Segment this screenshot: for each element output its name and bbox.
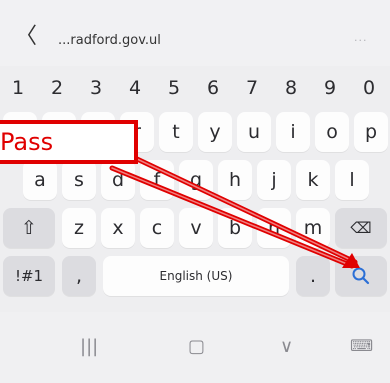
key-k[interactable]: k — [296, 160, 330, 200]
key-o[interactable]: o — [315, 112, 349, 152]
key-n[interactable]: n — [257, 208, 291, 248]
search-key[interactable] — [335, 256, 387, 296]
back-icon[interactable]: ∨ — [280, 336, 293, 357]
key-7[interactable]: 7 — [234, 68, 270, 108]
key-p[interactable]: p — [354, 112, 388, 152]
key-l[interactable]: l — [335, 160, 369, 200]
annotation-callout: Pass — [0, 120, 138, 164]
key-8[interactable]: 8 — [273, 68, 309, 108]
key-3[interactable]: 3 — [78, 68, 114, 108]
shift-key[interactable]: ⇧ — [3, 208, 55, 248]
url-text[interactable]: ...radford.gov.ul — [58, 33, 161, 48]
key-f[interactable]: f — [140, 160, 174, 200]
back-chevron-icon[interactable]: 〈 — [15, 26, 37, 48]
on-screen-keyboard: 1 2 3 4 5 6 7 8 9 0 q w e r t y u i o p … — [0, 66, 390, 312]
more-options-icon[interactable]: ··· — [354, 34, 368, 47]
key-x[interactable]: x — [101, 208, 135, 248]
key-d[interactable]: d — [101, 160, 135, 200]
key-4[interactable]: 4 — [117, 68, 153, 108]
recents-icon[interactable]: ||| — [80, 336, 98, 357]
key-g[interactable]: g — [179, 160, 213, 200]
period-key[interactable]: . — [296, 256, 330, 296]
key-0[interactable]: 0 — [351, 68, 387, 108]
key-v[interactable]: v — [179, 208, 213, 248]
key-u[interactable]: u — [237, 112, 271, 152]
key-t[interactable]: t — [159, 112, 193, 152]
key-9[interactable]: 9 — [312, 68, 348, 108]
keyboard-switch-icon[interactable]: ⌨ — [350, 336, 373, 355]
space-key[interactable]: English (US) — [103, 256, 289, 296]
key-s[interactable]: s — [62, 160, 96, 200]
key-1[interactable]: 1 — [0, 68, 36, 108]
key-2[interactable]: 2 — [39, 68, 75, 108]
key-h[interactable]: h — [218, 160, 252, 200]
key-j[interactable]: j — [257, 160, 291, 200]
symbols-key[interactable]: !#1 — [3, 256, 55, 296]
key-6[interactable]: 6 — [195, 68, 231, 108]
key-z[interactable]: z — [62, 208, 96, 248]
system-navigation-bar: ||| ▢ ∨ ⌨ — [0, 312, 390, 383]
key-c[interactable]: c — [140, 208, 174, 248]
home-icon[interactable]: ▢ — [188, 336, 205, 357]
key-y[interactable]: y — [198, 112, 232, 152]
comma-key[interactable]: , — [62, 256, 96, 296]
backspace-key[interactable]: ⌫ — [335, 208, 387, 248]
key-5[interactable]: 5 — [156, 68, 192, 108]
key-b[interactable]: b — [218, 208, 252, 248]
key-a[interactable]: a — [23, 160, 57, 200]
key-m[interactable]: m — [296, 208, 330, 248]
key-i[interactable]: i — [276, 112, 310, 152]
search-icon — [352, 267, 370, 285]
browser-url-bar: 〈 ...radford.gov.ul ··· — [0, 0, 390, 66]
